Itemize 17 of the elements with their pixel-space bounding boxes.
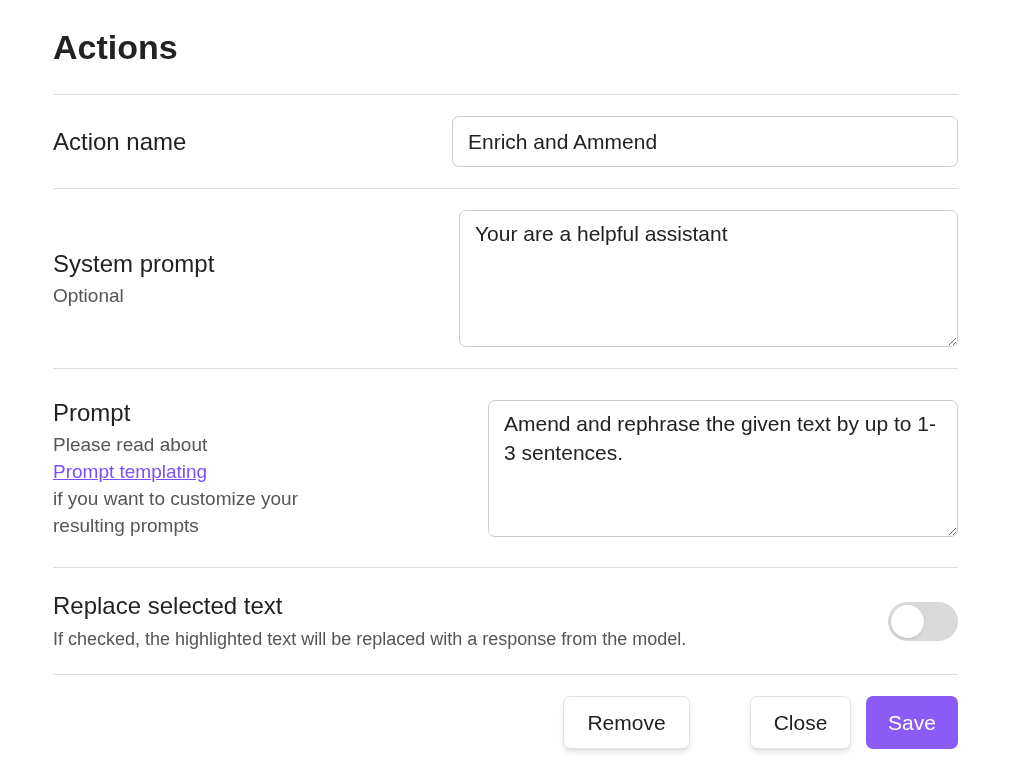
toggle-switch[interactable]: [888, 601, 958, 641]
field-label: Action name: [53, 126, 187, 157]
text-area[interactable]: Your are a helpful assistant: [459, 210, 958, 347]
action-button[interactable]: Close: [750, 696, 851, 749]
field-description: if you want to customize your resulting prompts: [53, 487, 299, 538]
link[interactable]: Prompt templating: [53, 458, 208, 485]
field-description: Optional: [53, 284, 124, 308]
field-label: Prompt: [53, 398, 131, 428]
setting-description: If checked, the highlighted text will be replaced with a response from the model.: [53, 628, 687, 651]
action-button[interactable]: Save: [866, 696, 958, 749]
field-description: Please read about: [53, 433, 208, 457]
text-input[interactable]: Enrich and Ammend: [452, 116, 958, 167]
action-button[interactable]: Remove: [563, 696, 690, 749]
text-area[interactable]: Amend and rephrase the given text by up to 1-3 sentences.: [488, 399, 958, 537]
setting-label: Replace selected text: [53, 591, 283, 621]
field-label: System prompt: [53, 249, 215, 279]
dialog-title: Actions: [53, 27, 178, 68]
